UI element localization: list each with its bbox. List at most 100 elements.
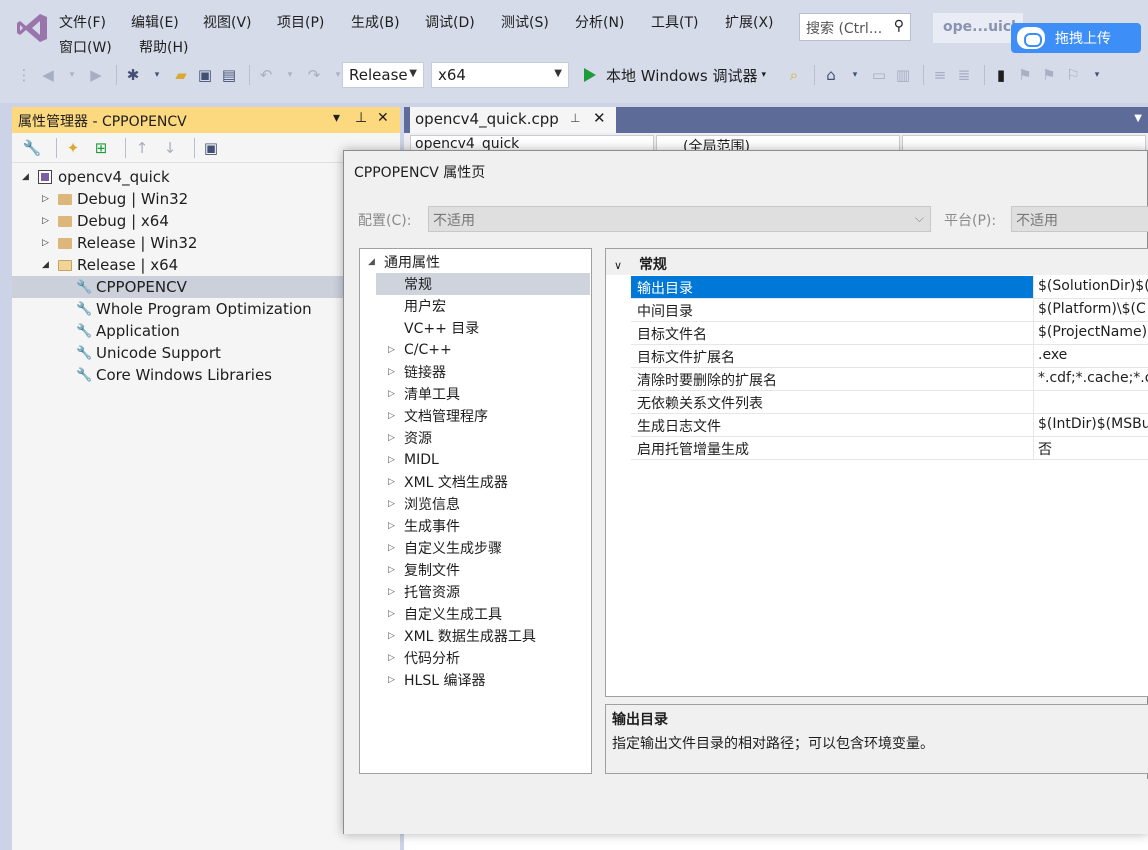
property-value[interactable]: $(Platform)\$(C: [1034, 299, 1148, 321]
category-common-properties[interactable]: ◢ 通用属性: [368, 251, 440, 273]
property-row-no-dependency-files[interactable]: 无依赖关系文件列表: [631, 391, 1148, 414]
category-xml-document-generator[interactable]: ▷ XML 文档生成器: [388, 471, 508, 493]
property-value[interactable]: $(ProjectName): [1034, 322, 1148, 344]
category-managed-resources[interactable]: ▷ 托管资源: [388, 581, 460, 603]
category-manifest-tool[interactable]: ▷ 清单工具: [388, 383, 460, 405]
menu-debug[interactable]: 调试(D): [425, 12, 475, 32]
upload-button[interactable]: 拖拽上传: [1011, 23, 1141, 53]
menu-build[interactable]: 生成(B): [351, 12, 400, 32]
new-project-icon[interactable]: ✱: [123, 65, 143, 85]
home-icon[interactable]: ⌂: [821, 65, 841, 85]
move-down-icon[interactable]: ↓: [160, 138, 180, 158]
navigate-back-icon[interactable]: ◀: [38, 65, 58, 85]
move-up-icon[interactable]: ↑: [132, 138, 152, 158]
dropdown-arrow-icon[interactable]: ▾: [762, 70, 767, 80]
collapsed-arrow-icon[interactable]: ▷: [388, 631, 398, 641]
uncomment-icon[interactable]: ≣: [954, 65, 974, 85]
category-vc-directories[interactable]: VC++ 目录: [404, 317, 479, 339]
property-row-target-name[interactable]: 目标文件名 $(ProjectName): [631, 322, 1148, 345]
dropdown-arrow-icon[interactable]: ▾: [845, 65, 865, 85]
undo-icon[interactable]: ↶: [256, 65, 276, 85]
collapsed-arrow-icon[interactable]: ▷: [388, 521, 398, 531]
redo-icon[interactable]: ↷: [304, 65, 324, 85]
tree-item-application[interactable]: 🔧 Application: [76, 320, 180, 342]
property-value[interactable]: [1034, 391, 1148, 413]
dropdown-arrow-icon[interactable]: ▾: [62, 65, 82, 85]
expanded-arrow-icon[interactable]: ◢: [42, 260, 52, 270]
category-midl[interactable]: ▷ MIDL: [388, 449, 439, 471]
menu-test[interactable]: 测试(S): [501, 12, 549, 32]
property-row-build-log-file[interactable]: 生成日志文件 $(IntDir)$(MSBu: [631, 414, 1148, 437]
save-icon[interactable]: ▣: [201, 138, 221, 158]
property-row-intermediate-directory[interactable]: 中间目录 $(Platform)\$(C: [631, 299, 1148, 322]
menu-project[interactable]: 项目(P): [277, 12, 324, 32]
bookmark-icon[interactable]: ▮: [991, 65, 1011, 85]
category-resources[interactable]: ▷ 资源: [388, 427, 432, 449]
collapsed-arrow-icon[interactable]: ▷: [42, 194, 52, 204]
category-code-analysis[interactable]: ▷ 代码分析: [388, 647, 460, 669]
tab-opencv4-quick-cpp[interactable]: opencv4_quick.cpp ⊥ ✕: [410, 107, 616, 133]
property-row-output-directory[interactable]: 输出目录 $(SolutionDir)$(: [631, 276, 1148, 299]
collapsed-arrow-icon[interactable]: ▷: [388, 477, 398, 487]
save-icon[interactable]: ▣: [195, 65, 215, 85]
expanded-arrow-icon[interactable]: ◢: [22, 172, 32, 182]
collapsed-arrow-icon[interactable]: ▷: [388, 609, 398, 619]
category-browse-information[interactable]: ▷ 浏览信息: [388, 493, 460, 515]
configuration-combo[interactable]: 不适用 ⌵: [428, 206, 931, 232]
tree-item-release-x64[interactable]: ◢ Release | x64: [42, 254, 178, 276]
category-linker[interactable]: ▷ 链接器: [388, 361, 446, 383]
category-xml-data-generator-tool[interactable]: ▷ XML 数据生成器工具: [388, 625, 536, 647]
close-icon[interactable]: ✕: [593, 109, 606, 127]
tab-list-chevron-down-icon[interactable]: ▼: [1134, 113, 1142, 124]
property-value[interactable]: *.cdf;*.cache;*.o: [1034, 368, 1148, 390]
grid-section-general[interactable]: ∨ 常规: [606, 249, 1148, 275]
menu-edit[interactable]: 编辑(E): [131, 12, 179, 32]
chevron-down-icon[interactable]: ∨: [614, 259, 622, 272]
menu-file[interactable]: 文件(F): [59, 12, 106, 32]
menu-help[interactable]: 帮助(H): [139, 37, 188, 57]
solution-configuration-combo[interactable]: Release ▼: [342, 62, 424, 88]
collapsed-arrow-icon[interactable]: ▷: [42, 238, 52, 248]
tree-item-unicode-support[interactable]: 🔧 Unicode Support: [76, 342, 221, 364]
property-row-target-extension[interactable]: 目标文件扩展名 .exe: [631, 345, 1148, 368]
start-debugging-button[interactable]: 本地 Windows 调试器 ▾: [578, 62, 766, 88]
collapsed-arrow-icon[interactable]: ▷: [388, 499, 398, 509]
collapsed-arrow-icon[interactable]: ▷: [388, 675, 398, 685]
menu-extensions[interactable]: 扩展(X): [725, 12, 774, 32]
previous-bookmark-icon[interactable]: ⚑: [1015, 65, 1035, 85]
pin-icon[interactable]: ⊥: [570, 111, 580, 125]
collapsed-arrow-icon[interactable]: ▷: [388, 587, 398, 597]
collapsed-arrow-icon[interactable]: ▷: [388, 455, 398, 465]
collapsed-arrow-icon[interactable]: ▷: [388, 543, 398, 553]
save-all-icon[interactable]: ▤: [219, 65, 239, 85]
category-document-manager[interactable]: ▷ 文档管理程序: [388, 405, 488, 427]
open-folder-icon[interactable]: ▰: [171, 65, 191, 85]
menu-view[interactable]: 视图(V): [203, 12, 252, 32]
collapsed-arrow-icon[interactable]: ▷: [388, 565, 398, 575]
add-new-property-sheet-icon[interactable]: ✦: [63, 138, 83, 158]
property-value[interactable]: .exe: [1034, 345, 1148, 367]
menu-window[interactable]: 窗口(W): [59, 37, 112, 57]
category-copy-files[interactable]: ▷ 复制文件: [388, 559, 460, 581]
next-bookmark-icon[interactable]: ⚑: [1039, 65, 1059, 85]
category-user-macros[interactable]: 用户宏: [404, 295, 446, 317]
category-general[interactable]: 常规: [376, 273, 590, 295]
tree-item-project[interactable]: ◢ opencv4_quick: [22, 166, 170, 188]
find-in-files-icon[interactable]: ⌕: [784, 65, 804, 85]
menu-analyze[interactable]: 分析(N): [575, 12, 624, 32]
platform-combo[interactable]: 不适用: [1011, 206, 1148, 232]
tree-item-release-win32[interactable]: ▷ Release | Win32: [42, 232, 197, 254]
solution-platform-combo[interactable]: x64 ▼: [431, 62, 569, 88]
tree-item-whole-program-optimization[interactable]: 🔧 Whole Program Optimization: [76, 298, 312, 320]
add-existing-property-sheet-icon[interactable]: ⊞: [91, 138, 111, 158]
collapsed-arrow-icon[interactable]: ▷: [388, 367, 398, 377]
toolbar-overflow-icon[interactable]: ▾: [1087, 65, 1107, 85]
tree-item-debug-x64[interactable]: ▷ Debug | x64: [42, 210, 169, 232]
step-icon[interactable]: ▭: [869, 65, 889, 85]
expanded-arrow-icon[interactable]: ◢: [368, 257, 378, 267]
navigate-forward-icon[interactable]: ▶: [86, 65, 106, 85]
collapsed-arrow-icon[interactable]: ▷: [388, 653, 398, 663]
category-hlsl-compiler[interactable]: ▷ HLSL 编译器: [388, 669, 485, 691]
collapsed-arrow-icon[interactable]: ▷: [388, 433, 398, 443]
comment-icon[interactable]: ≡: [930, 65, 950, 85]
